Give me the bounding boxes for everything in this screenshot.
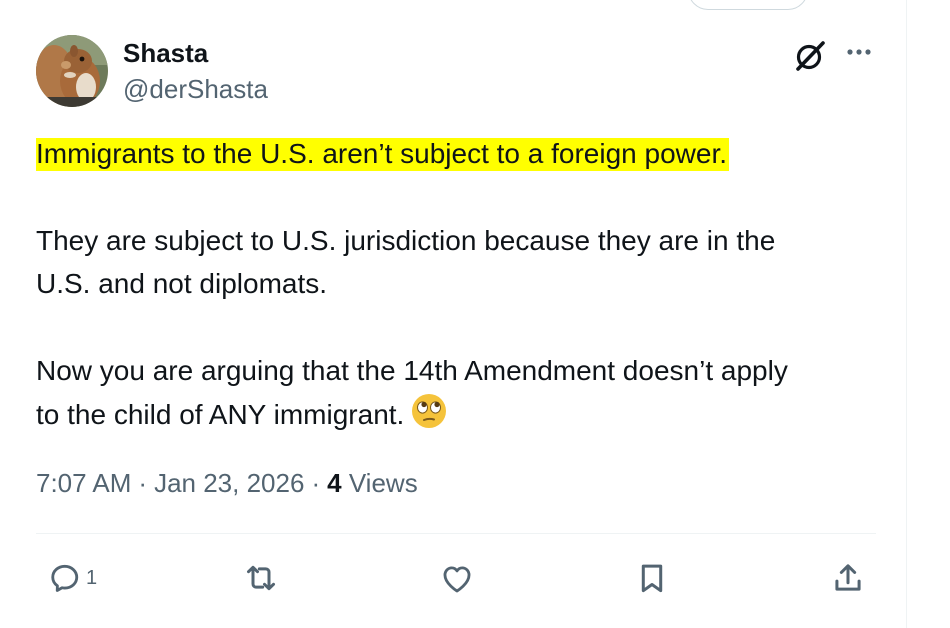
retweet-icon	[247, 565, 275, 591]
rolling-eyes-emoji-icon	[410, 392, 448, 430]
author-handle[interactable]: @derShasta	[123, 73, 268, 105]
reply-count: 1	[86, 567, 98, 589]
tweet-text-line: U.S. and not diplomats.	[36, 268, 328, 299]
tweet-text-line: to the child of ANY immigrant.	[36, 392, 448, 436]
grok-icon[interactable]	[792, 38, 828, 74]
share-button[interactable]	[829, 558, 867, 598]
author-display-name[interactable]: Shasta	[123, 37, 208, 69]
tweet-date[interactable]: Jan 23, 2026	[154, 468, 304, 498]
actions-divider	[36, 533, 876, 534]
tweet-meta: 7:07 AM · Jan 23, 2026 · 4 Views	[36, 466, 418, 500]
more-options-icon[interactable]	[843, 40, 875, 64]
like-icon	[443, 566, 471, 593]
tweet-text-line: Now you are arguing that the 14th Amendm…	[36, 355, 788, 386]
highlighted-text: Immigrants to the U.S. aren’t subject to…	[36, 138, 730, 171]
bookmark-icon	[641, 564, 663, 593]
column-border	[906, 0, 907, 628]
like-button[interactable]	[438, 558, 476, 598]
top-button-fragment[interactable]	[688, 0, 808, 10]
avatar[interactable]	[36, 35, 108, 107]
views-label: Views	[348, 468, 418, 498]
meta-separator: ·	[311, 468, 321, 498]
tweet-time[interactable]: 7:07 AM	[36, 468, 131, 498]
reply-button[interactable]: 1	[46, 558, 97, 598]
tweet-text-segment: to the child of ANY immigrant.	[36, 399, 405, 430]
tweet-text-line: They are subject to U.S. jurisdiction be…	[36, 225, 776, 256]
reply-icon	[51, 564, 79, 592]
meta-separator: ·	[138, 468, 148, 498]
bookmark-button[interactable]	[633, 558, 671, 598]
squirrel-avatar-icon	[36, 35, 108, 107]
share-icon	[835, 564, 861, 591]
views-count: 4	[327, 468, 342, 498]
tweet-text-line: Immigrants to the U.S. aren’t subject to…	[36, 132, 730, 175]
retweet-button[interactable]	[241, 558, 281, 598]
